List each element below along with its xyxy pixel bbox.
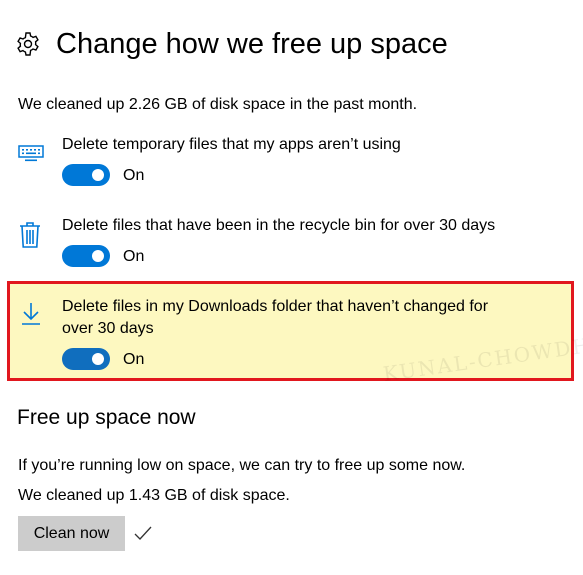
download-icon: [22, 303, 40, 325]
keyboard-icon: [18, 145, 44, 162]
temp-files-toggle[interactable]: [62, 164, 110, 186]
toggle-knob: [92, 353, 104, 365]
setting-label-recycle-bin: Delete files that have been in the recyc…: [62, 217, 496, 234]
downloads-toggle-state: On: [123, 351, 145, 368]
storage-sense-settings-page: Change how we free up space We cleaned u…: [0, 0, 583, 575]
clean-now-button[interactable]: Clean now: [18, 516, 125, 551]
free-up-description: If you’re running low on space, we can t…: [18, 457, 466, 474]
recycle-bin-toggle-state: On: [123, 248, 145, 265]
trash-icon: [20, 222, 40, 248]
recycle-bin-toggle[interactable]: [62, 245, 110, 267]
free-up-result: We cleaned up 1.43 GB of disk space.: [18, 487, 290, 504]
gear-icon: [17, 32, 39, 56]
downloads-toggle[interactable]: [62, 348, 110, 370]
section-title-free-up-space: Free up space now: [17, 406, 196, 429]
checkmark-icon: [134, 526, 152, 540]
page-title: Change how we free up space: [56, 28, 448, 60]
setting-label-temp-files: Delete temporary files that my apps aren…: [62, 136, 401, 153]
setting-label-downloads-line2: over 30 days: [62, 320, 154, 337]
temp-files-toggle-state: On: [123, 167, 145, 184]
toggle-knob: [92, 169, 104, 181]
setting-label-downloads-line1: Delete files in my Downloads folder that…: [62, 298, 489, 315]
toggle-knob: [92, 250, 104, 262]
space-cleaned-summary: We cleaned up 2.26 GB of disk space in t…: [18, 96, 418, 113]
